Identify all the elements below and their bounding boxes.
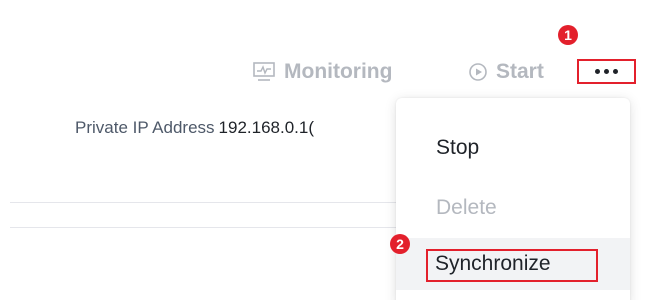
menu-item-synchronize[interactable]: Synchronize xyxy=(396,238,630,290)
play-circle-icon xyxy=(468,62,488,82)
step-2-badge: 2 xyxy=(390,234,410,254)
step-1-badge: 1 xyxy=(558,25,578,45)
private-ip-label: Private IP Address xyxy=(75,118,215,137)
divider xyxy=(10,227,400,228)
monitoring-button[interactable]: Monitoring xyxy=(252,57,392,87)
menu-item-label: Stop xyxy=(436,136,480,159)
start-button[interactable]: Start xyxy=(468,57,544,87)
start-label: Start xyxy=(496,60,544,83)
monitor-chart-icon xyxy=(252,61,276,83)
menu-item-label: Delete xyxy=(436,196,497,219)
menu-item-label: Synchronize xyxy=(435,252,551,275)
ellipsis-icon xyxy=(595,69,600,74)
private-ip-row: Private IP Address 192.168.0.1( xyxy=(75,118,393,138)
more-actions-menu: Stop Delete Synchronize xyxy=(396,98,630,300)
menu-item-stop[interactable]: Stop xyxy=(396,122,630,174)
more-actions-button[interactable] xyxy=(577,59,636,84)
monitoring-label: Monitoring xyxy=(284,60,393,83)
page: Monitoring Start 1 Private IP Address 192… xyxy=(0,0,672,300)
private-ip-value: 192.168.0.1( xyxy=(218,118,315,137)
divider xyxy=(10,202,400,203)
menu-item-delete: Delete xyxy=(396,182,630,234)
